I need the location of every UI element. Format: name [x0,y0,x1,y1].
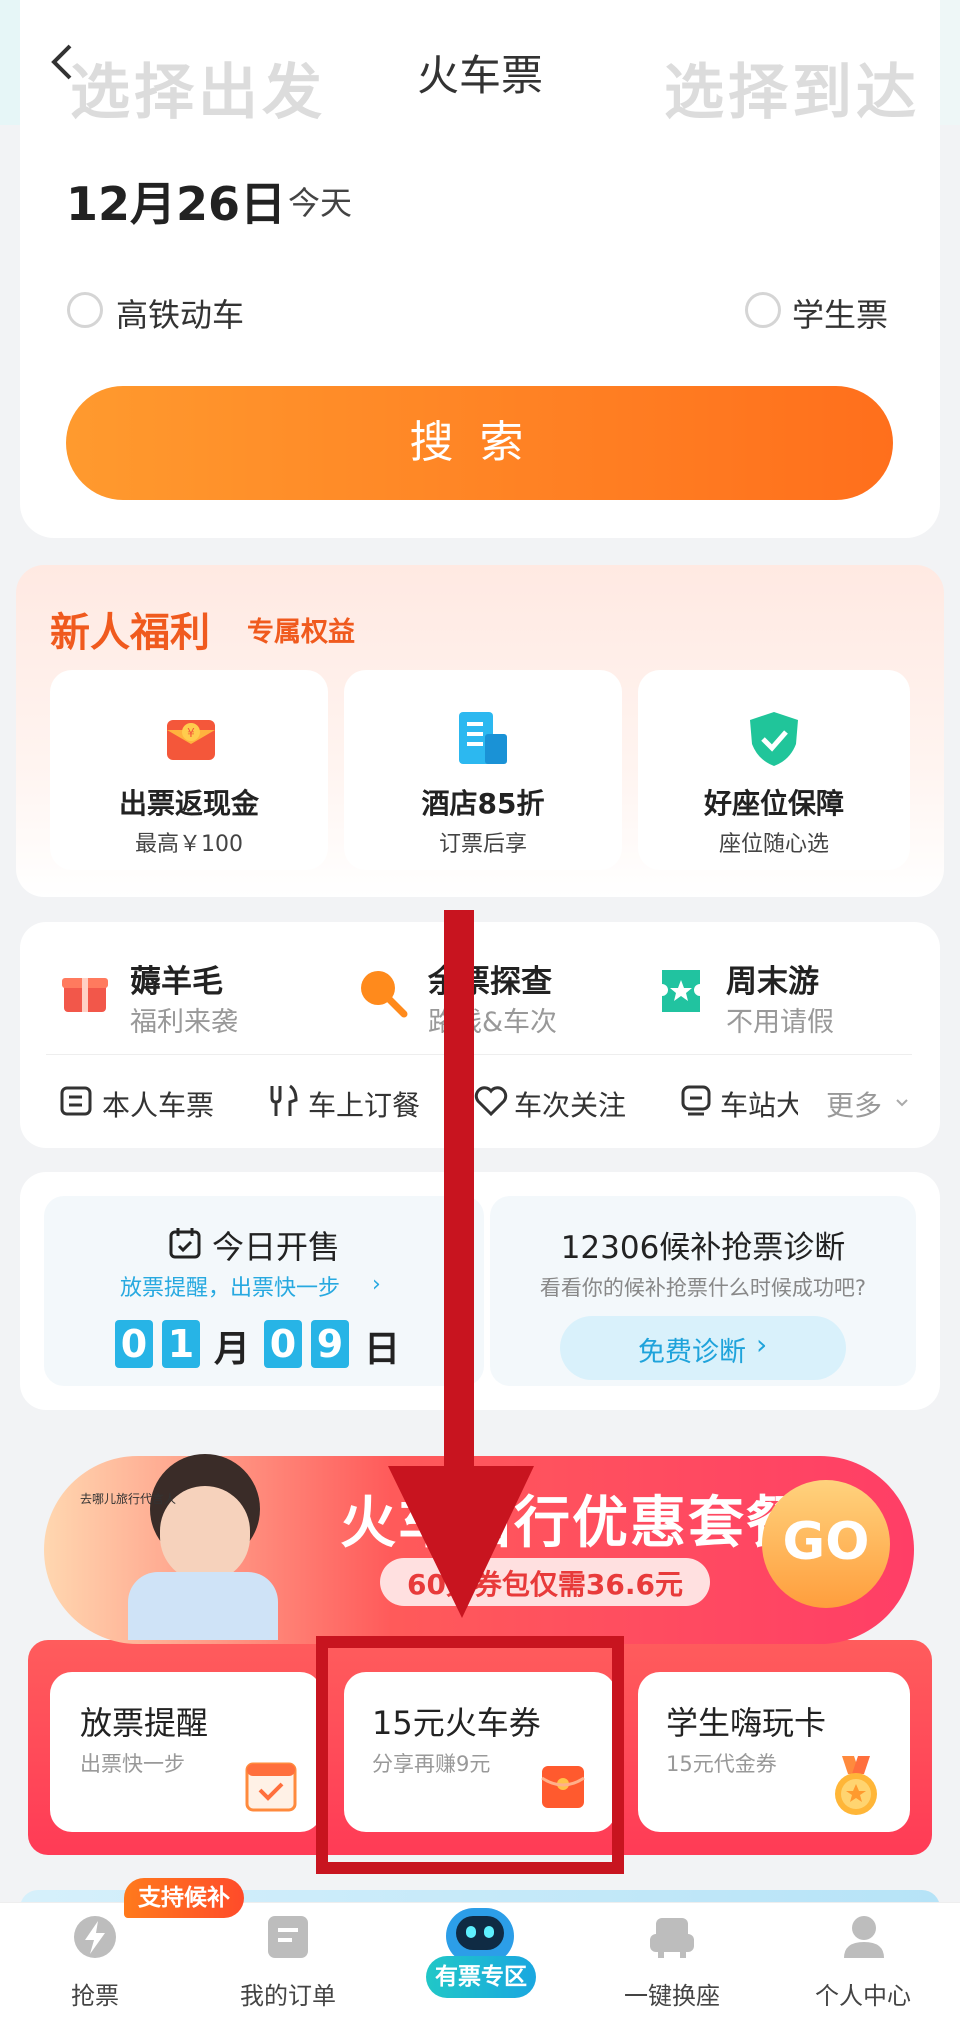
robot-eye [484,1926,494,1938]
robot-visor [456,1916,504,1950]
order-icon[interactable] [266,1914,310,1964]
lightning-icon[interactable] [72,1914,118,1964]
nav-label[interactable]: 抢票 [25,1976,165,2011]
robot-eye [466,1926,476,1938]
nav-label[interactable]: 一键换座 [602,1976,742,2011]
seat-icon[interactable] [648,1916,696,1964]
nav-label[interactable]: 我的订单 [218,1976,358,2011]
nav-badge: 支持候补 [124,1878,244,1918]
annotation-highlight-box [316,1636,624,1874]
nav-label[interactable]: 个人中心 [793,1976,933,2011]
person-icon[interactable] [842,1914,886,1964]
nav-label-active[interactable]: 有票专区 [426,1956,536,1998]
